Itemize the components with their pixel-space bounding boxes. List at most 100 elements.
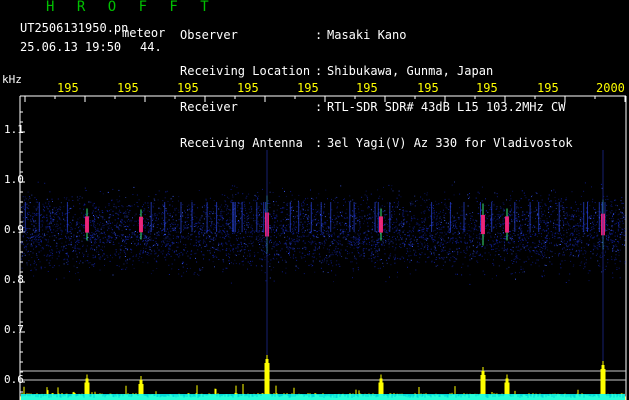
noise-pixel <box>234 254 236 256</box>
noise-pixel <box>115 212 117 214</box>
noise-pixel <box>303 199 305 201</box>
noise-pixel <box>232 196 234 198</box>
noise-pixel <box>555 228 557 230</box>
noise-pixel <box>225 204 227 206</box>
noise-pixel <box>225 249 227 251</box>
noise-pixel <box>394 258 396 259</box>
noise-pixel <box>423 221 425 223</box>
noise-pixel <box>186 220 188 222</box>
noise-pixel <box>121 268 123 270</box>
noise-pixel <box>615 204 617 206</box>
noise-pixel <box>243 255 244 257</box>
noise-pixel <box>618 242 620 244</box>
noise-pixel <box>264 251 265 253</box>
noise-pixel <box>331 235 333 237</box>
noise-pixel <box>127 238 129 240</box>
noise-pixel <box>230 222 232 224</box>
noise-pixel <box>285 267 287 269</box>
noise-pixel <box>35 240 37 242</box>
noise-pixel <box>605 223 607 225</box>
noise-pixel <box>413 239 415 241</box>
noise-pixel <box>271 248 273 250</box>
noise-pixel <box>444 191 446 193</box>
noise-pixel <box>273 280 275 282</box>
noise-pixel <box>407 251 409 253</box>
noise-pixel <box>212 213 214 215</box>
noise-pixel <box>102 218 104 220</box>
noise-pixel <box>274 253 275 255</box>
noise-pixel <box>42 203 44 205</box>
noise-pixel <box>584 182 586 184</box>
noise-pixel <box>624 263 626 265</box>
noise-pixel <box>435 249 437 251</box>
noise-pixel <box>505 249 507 251</box>
noise-pixel <box>574 214 576 216</box>
noise-pixel <box>585 262 587 264</box>
noise-pixel <box>303 227 305 229</box>
noise-pixel <box>334 234 336 236</box>
noise-pixel <box>170 239 172 241</box>
noise-pixel <box>188 232 189 234</box>
noise-pixel <box>479 254 481 256</box>
noise-pixel <box>413 226 415 228</box>
noise-pixel <box>469 193 470 194</box>
noise-pixel <box>413 243 415 245</box>
noise-pixel <box>486 218 488 220</box>
noise-pixel <box>520 228 522 230</box>
noise-pixel <box>182 214 184 216</box>
noise-pixel <box>319 215 321 217</box>
noise-pixel <box>223 230 225 232</box>
noise-pixel <box>153 213 155 215</box>
noise-pixel <box>452 227 454 229</box>
noise-pixel <box>562 254 564 256</box>
noise-pixel <box>63 225 65 227</box>
noise-pixel <box>295 227 297 229</box>
noise-pixel <box>276 215 278 217</box>
noise-pixel <box>123 220 125 222</box>
noise-pixel <box>241 244 242 245</box>
noise-pixel <box>175 214 177 216</box>
noise-pixel <box>255 195 257 197</box>
noise-pixel <box>418 248 420 250</box>
noise-pixel <box>36 231 38 233</box>
noise-pixel <box>182 215 184 217</box>
noise-pixel <box>259 244 261 245</box>
noise-pixel <box>226 267 228 269</box>
noise-pixel <box>178 269 180 270</box>
noise-pixel <box>606 210 608 212</box>
noise-pixel <box>574 238 576 240</box>
noise-pixel <box>425 234 427 236</box>
noise-pixel <box>183 272 185 274</box>
noise-pixel <box>28 214 30 215</box>
noise-pixel <box>572 248 574 250</box>
noise-pixel <box>452 233 454 235</box>
noise-pixel <box>507 215 509 217</box>
noise-pixel <box>411 216 412 218</box>
noise-pixel <box>535 247 537 248</box>
noise-pixel <box>384 228 386 230</box>
noise-pixel <box>354 236 356 238</box>
noise-pixel <box>518 216 519 218</box>
noise-pixel <box>501 214 503 216</box>
noise-pixel <box>79 252 80 254</box>
noise-pixel <box>533 230 534 232</box>
noise-pixel <box>385 222 387 224</box>
noise-pixel <box>230 202 232 203</box>
noise-pixel <box>434 246 436 248</box>
noise-pixel <box>399 213 400 215</box>
noise-pixel <box>125 242 127 244</box>
noise-pixel <box>343 228 345 230</box>
noise-pixel <box>384 224 386 226</box>
noise-pixel <box>269 191 271 193</box>
noise-pixel <box>487 223 489 225</box>
noise-pixel <box>147 202 149 204</box>
noise-pixel <box>405 240 406 242</box>
noise-pixel <box>500 207 502 209</box>
noise-pixel <box>491 201 493 202</box>
noise-pixel <box>265 280 267 282</box>
noise-pixel <box>461 206 463 208</box>
noise-pixel <box>317 222 319 224</box>
noise-pixel <box>129 220 130 222</box>
noise-pixel <box>540 195 542 197</box>
noise-pixel <box>372 254 374 256</box>
